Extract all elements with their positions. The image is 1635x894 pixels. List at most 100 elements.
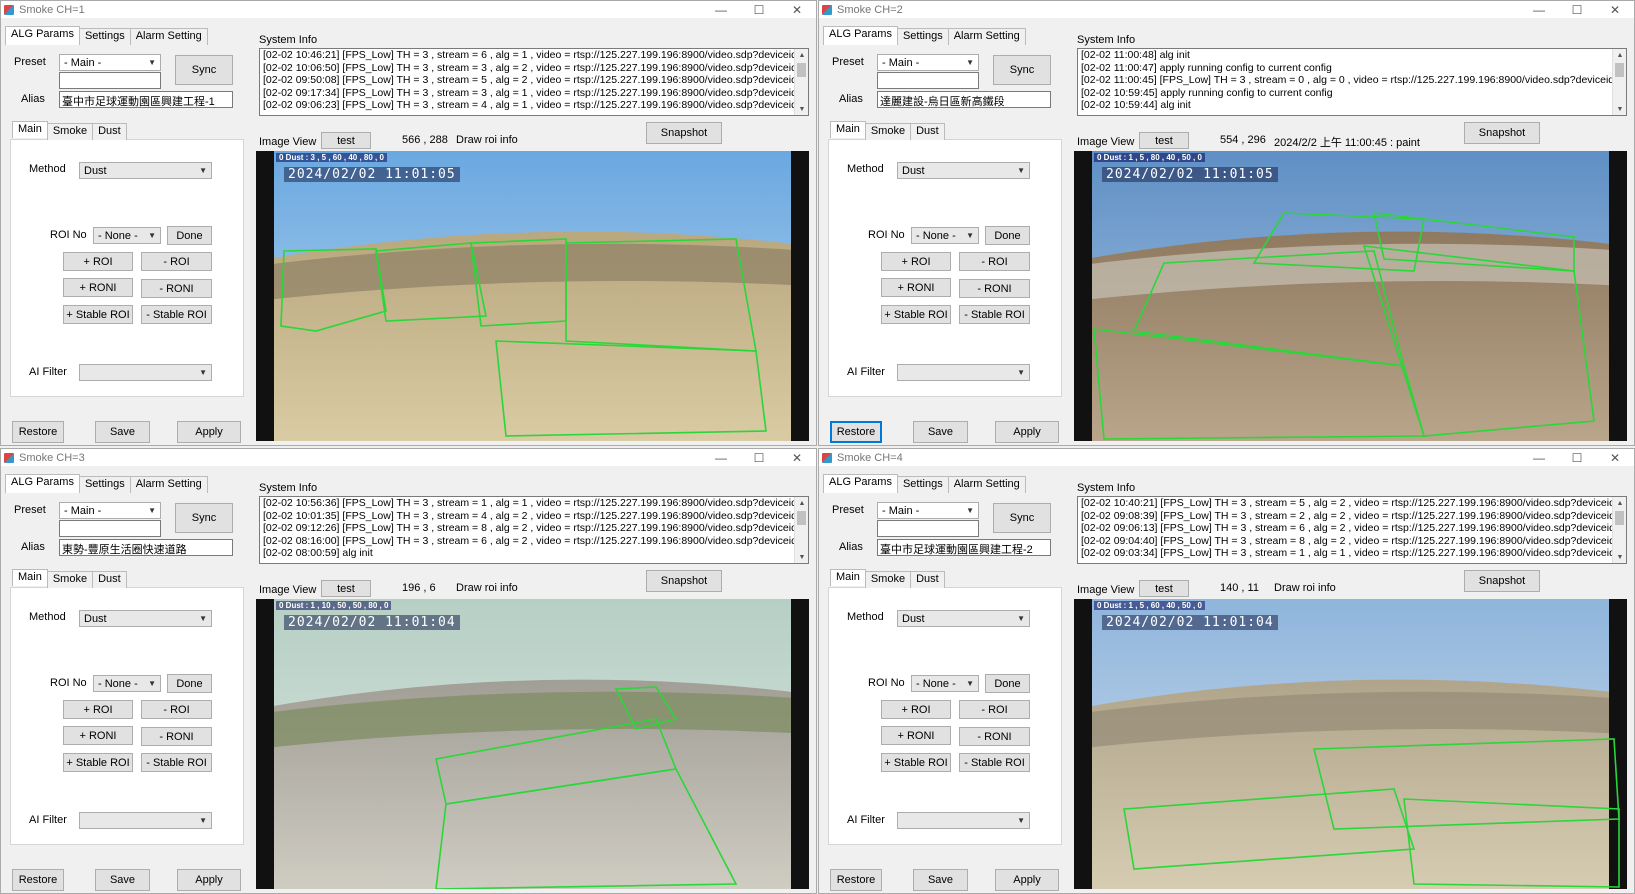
apply-button[interactable]: Apply bbox=[995, 421, 1059, 443]
add-roi-button[interactable]: + ROI bbox=[881, 700, 951, 719]
roi-no-select[interactable]: - None - ▼ bbox=[93, 227, 161, 244]
subtab-main[interactable]: Main bbox=[830, 121, 866, 138]
roi-no-select[interactable]: - None - ▼ bbox=[911, 227, 979, 244]
minimize-button[interactable]: — bbox=[702, 1, 740, 18]
subtab-main[interactable]: Main bbox=[830, 569, 866, 586]
alias-input[interactable]: 臺中市足球運動園區興建工程-2 bbox=[877, 539, 1051, 556]
close-button[interactable]: ✕ bbox=[778, 1, 816, 18]
preset-select[interactable]: - Main - ▼ bbox=[59, 54, 161, 71]
title-bar[interactable]: Smoke CH=1 — ☐ ✕ bbox=[1, 1, 816, 18]
add-roi-button[interactable]: + ROI bbox=[881, 252, 951, 271]
system-info-log[interactable]: [02-02 10:40:21] [FPS_Low] TH = 3 , stre… bbox=[1077, 496, 1627, 564]
tab-alg-params[interactable]: ALG Params bbox=[823, 474, 898, 493]
add-stable-roi-button[interactable]: + Stable ROI bbox=[881, 305, 951, 324]
done-button[interactable]: Done bbox=[985, 226, 1030, 245]
image-view[interactable]: 0 Dust : 1 , 5 , 60 , 40 , 50 , 0 2024/0… bbox=[1074, 599, 1627, 889]
subtab-dust[interactable]: Dust bbox=[92, 571, 127, 588]
test-button[interactable]: test bbox=[321, 580, 371, 597]
scroll-up-icon[interactable]: ▲ bbox=[795, 49, 808, 61]
preset-name-input[interactable] bbox=[877, 72, 979, 89]
subtab-dust[interactable]: Dust bbox=[92, 123, 127, 140]
scroll-down-icon[interactable]: ▼ bbox=[1613, 103, 1626, 115]
system-info-log[interactable]: [02-02 10:56:36] [FPS_Low] TH = 3 , stre… bbox=[259, 496, 809, 564]
preset-select[interactable]: - Main - ▼ bbox=[59, 502, 161, 519]
tab-alarm-setting[interactable]: Alarm Setting bbox=[129, 476, 208, 493]
tab-alarm-setting[interactable]: Alarm Setting bbox=[947, 28, 1026, 45]
preset-select[interactable]: - Main - ▼ bbox=[877, 54, 979, 71]
scroll-up-icon[interactable]: ▲ bbox=[1613, 49, 1626, 61]
sync-button[interactable]: Sync bbox=[175, 503, 233, 533]
done-button[interactable]: Done bbox=[167, 226, 212, 245]
log-scrollbar[interactable]: ▲ ▼ bbox=[794, 497, 808, 563]
save-button[interactable]: Save bbox=[95, 869, 150, 891]
minimize-button[interactable]: — bbox=[1520, 1, 1558, 18]
restore-button[interactable]: Restore bbox=[830, 869, 882, 891]
remove-stable-roi-button[interactable]: - Stable ROI bbox=[959, 305, 1030, 324]
remove-roi-button[interactable]: - ROI bbox=[959, 700, 1030, 719]
add-stable-roi-button[interactable]: + Stable ROI bbox=[881, 753, 951, 772]
system-info-log[interactable]: [02-02 10:46:21] [FPS_Low] TH = 3 , stre… bbox=[259, 48, 809, 116]
image-view[interactable]: 0 Dust : 3 , 5 , 60 , 40 , 80 , 0 2024/0… bbox=[256, 151, 809, 441]
tab-alg-params[interactable]: ALG Params bbox=[5, 26, 80, 45]
remove-stable-roi-button[interactable]: - Stable ROI bbox=[959, 753, 1030, 772]
test-button[interactable]: test bbox=[1139, 132, 1189, 149]
method-select[interactable]: Dust ▼ bbox=[79, 162, 212, 179]
ai-filter-select[interactable]: ▼ bbox=[897, 364, 1030, 381]
minimize-button[interactable]: — bbox=[702, 449, 740, 466]
add-stable-roi-button[interactable]: + Stable ROI bbox=[63, 753, 133, 772]
scroll-thumb[interactable] bbox=[1615, 63, 1624, 77]
scroll-thumb[interactable] bbox=[797, 511, 806, 525]
ai-filter-select[interactable]: ▼ bbox=[79, 364, 212, 381]
log-scrollbar[interactable]: ▲ ▼ bbox=[1612, 49, 1626, 115]
done-button[interactable]: Done bbox=[167, 674, 212, 693]
add-roi-button[interactable]: + ROI bbox=[63, 252, 133, 271]
alias-input[interactable]: 達麗建設-烏日區新高鐵段 bbox=[877, 91, 1051, 108]
remove-roi-button[interactable]: - ROI bbox=[141, 700, 212, 719]
method-select[interactable]: Dust ▼ bbox=[897, 610, 1030, 627]
sync-button[interactable]: Sync bbox=[993, 55, 1051, 85]
tab-settings[interactable]: Settings bbox=[78, 28, 131, 45]
maximize-button[interactable]: ☐ bbox=[1558, 449, 1596, 466]
preset-name-input[interactable] bbox=[59, 520, 161, 537]
title-bar[interactable]: Smoke CH=3 — ☐ ✕ bbox=[1, 449, 816, 466]
remove-roni-button[interactable]: - RONI bbox=[141, 279, 212, 298]
scroll-down-icon[interactable]: ▼ bbox=[795, 103, 808, 115]
add-roni-button[interactable]: + RONI bbox=[63, 278, 133, 297]
add-stable-roi-button[interactable]: + Stable ROI bbox=[63, 305, 133, 324]
tab-settings[interactable]: Settings bbox=[896, 28, 949, 45]
subtab-main[interactable]: Main bbox=[12, 569, 48, 586]
preset-name-input[interactable] bbox=[59, 72, 161, 89]
tab-alg-params[interactable]: ALG Params bbox=[5, 474, 80, 493]
apply-button[interactable]: Apply bbox=[995, 869, 1059, 891]
alias-input[interactable]: 臺中市足球運動園區興建工程-1 bbox=[59, 91, 233, 108]
sync-button[interactable]: Sync bbox=[175, 55, 233, 85]
save-button[interactable]: Save bbox=[913, 421, 968, 443]
apply-button[interactable]: Apply bbox=[177, 869, 241, 891]
ai-filter-select[interactable]: ▼ bbox=[897, 812, 1030, 829]
tab-alg-params[interactable]: ALG Params bbox=[823, 26, 898, 45]
add-roni-button[interactable]: + RONI bbox=[63, 726, 133, 745]
remove-roi-button[interactable]: - ROI bbox=[141, 252, 212, 271]
ai-filter-select[interactable]: ▼ bbox=[79, 812, 212, 829]
add-roi-button[interactable]: + ROI bbox=[63, 700, 133, 719]
roi-no-select[interactable]: - None - ▼ bbox=[93, 675, 161, 692]
maximize-button[interactable]: ☐ bbox=[740, 1, 778, 18]
scroll-down-icon[interactable]: ▼ bbox=[795, 551, 808, 563]
save-button[interactable]: Save bbox=[95, 421, 150, 443]
scroll-thumb[interactable] bbox=[797, 63, 806, 77]
remove-roi-button[interactable]: - ROI bbox=[959, 252, 1030, 271]
subtab-smoke[interactable]: Smoke bbox=[46, 571, 94, 588]
close-button[interactable]: ✕ bbox=[1596, 1, 1634, 18]
done-button[interactable]: Done bbox=[985, 674, 1030, 693]
tab-alarm-setting[interactable]: Alarm Setting bbox=[947, 476, 1026, 493]
log-scrollbar[interactable]: ▲ ▼ bbox=[794, 49, 808, 115]
remove-stable-roi-button[interactable]: - Stable ROI bbox=[141, 305, 212, 324]
close-button[interactable]: ✕ bbox=[778, 449, 816, 466]
snapshot-button[interactable]: Snapshot bbox=[1464, 570, 1540, 592]
remove-roni-button[interactable]: - RONI bbox=[959, 727, 1030, 746]
minimize-button[interactable]: — bbox=[1520, 449, 1558, 466]
scroll-up-icon[interactable]: ▲ bbox=[1613, 497, 1626, 509]
maximize-button[interactable]: ☐ bbox=[740, 449, 778, 466]
method-select[interactable]: Dust ▼ bbox=[79, 610, 212, 627]
subtab-dust[interactable]: Dust bbox=[910, 571, 945, 588]
